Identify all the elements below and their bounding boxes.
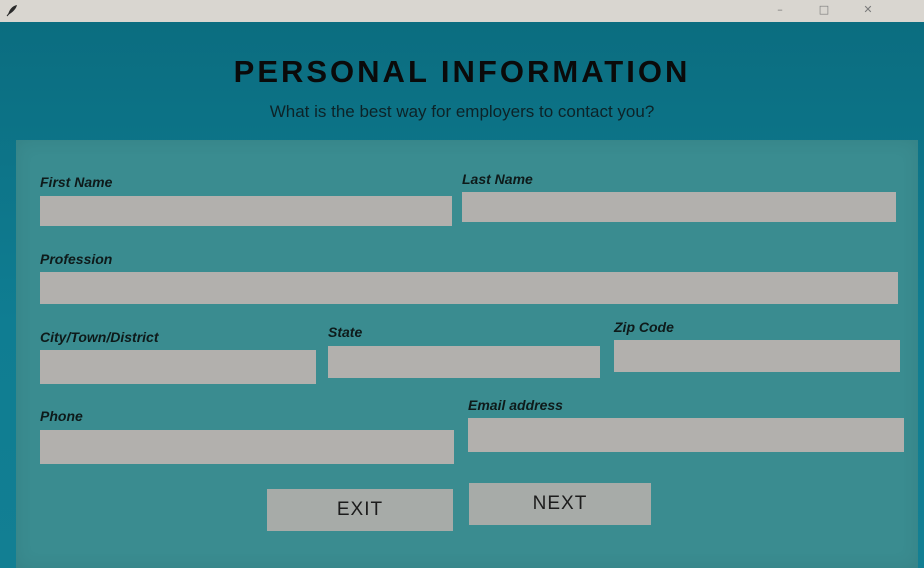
personal-info-form: First Name Last Name Profession City/Tow… bbox=[16, 140, 918, 568]
profession-field[interactable] bbox=[40, 272, 898, 304]
first-name-field[interactable] bbox=[40, 196, 452, 226]
last-name-label: Last Name bbox=[462, 171, 533, 187]
profession-label: Profession bbox=[40, 251, 113, 267]
phone-field[interactable] bbox=[40, 430, 454, 464]
phone-label: Phone bbox=[40, 408, 83, 424]
app-window: PERSONAL INFORMATION What is the best wa… bbox=[0, 22, 924, 568]
minimize-button[interactable]: – bbox=[770, 2, 790, 18]
next-button[interactable]: NEXT bbox=[469, 483, 651, 525]
page-subtitle: What is the best way for employers to co… bbox=[269, 102, 655, 121]
state-label: State bbox=[328, 324, 363, 340]
feather-icon bbox=[6, 5, 17, 17]
title-bar: – □ ✕ bbox=[0, 0, 924, 22]
state-field[interactable] bbox=[328, 346, 600, 378]
email-address-label: Email address bbox=[468, 397, 563, 413]
zip-code-label: Zip Code bbox=[614, 319, 674, 335]
page-title: PERSONAL INFORMATION bbox=[233, 54, 691, 89]
zip-code-field[interactable] bbox=[614, 340, 900, 372]
maximize-button[interactable]: □ bbox=[814, 2, 834, 18]
exit-button[interactable]: EXIT bbox=[267, 489, 453, 531]
close-button[interactable]: ✕ bbox=[858, 2, 878, 18]
email-address-field[interactable] bbox=[468, 418, 904, 452]
city-label: City/Town/District bbox=[40, 329, 159, 345]
last-name-field[interactable] bbox=[462, 192, 896, 222]
city-field[interactable] bbox=[40, 350, 316, 384]
first-name-label: First Name bbox=[40, 174, 113, 190]
